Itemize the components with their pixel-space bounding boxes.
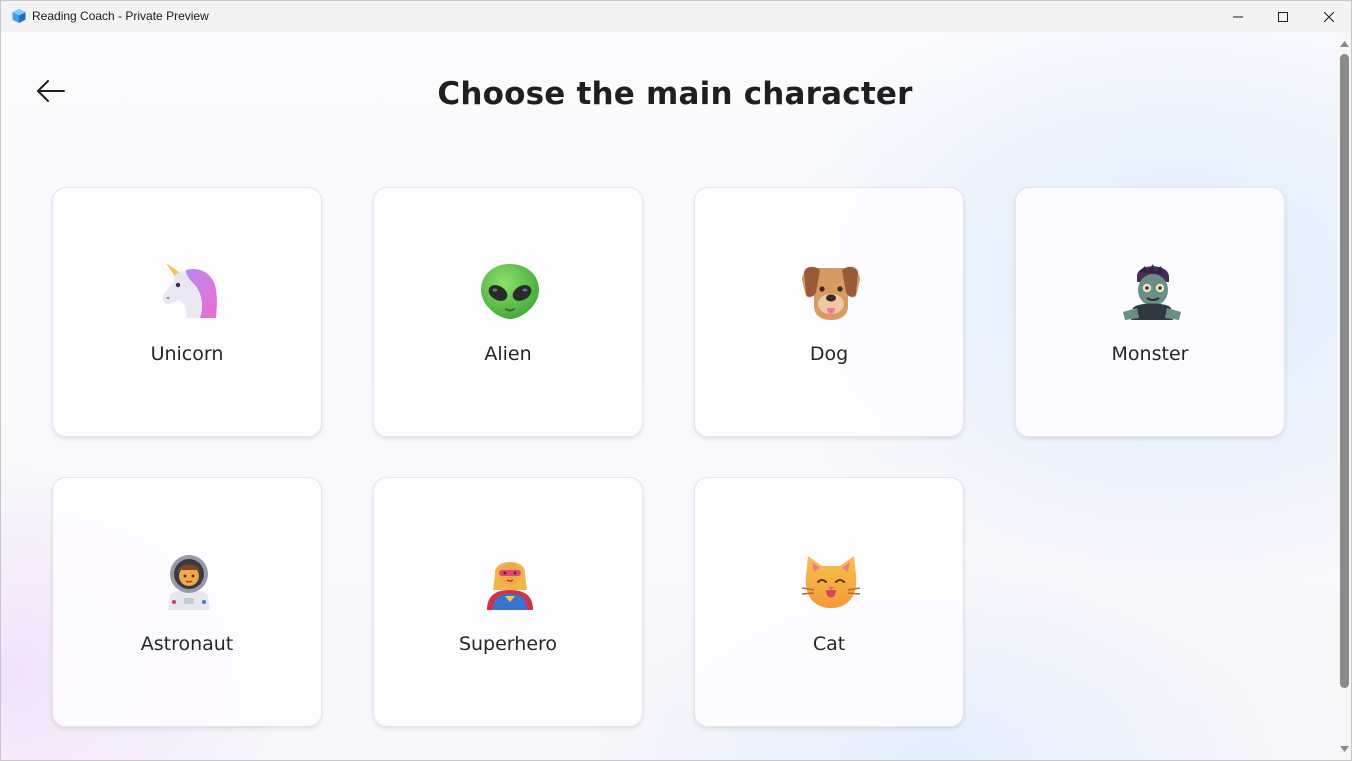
character-card-alien[interactable]: Alien	[373, 187, 643, 437]
character-card-superhero[interactable]: Superhero	[373, 477, 643, 727]
scroll-up-button[interactable]	[1340, 39, 1349, 48]
reading-coach-app-icon	[12, 9, 26, 23]
character-card-astronaut[interactable]: Astronaut	[52, 477, 322, 727]
character-label: Unicorn	[150, 343, 224, 365]
character-label: Monster	[1111, 343, 1189, 365]
character-card-cat[interactable]: Cat	[694, 477, 964, 727]
superhero-emoji	[487, 562, 533, 610]
astronaut-emoji	[168, 555, 210, 610]
character-card-dog[interactable]: Dog	[694, 187, 964, 437]
caret-down-icon	[1340, 745, 1349, 752]
character-label: Cat	[812, 633, 846, 655]
zombie-emoji	[1123, 264, 1181, 320]
minimize-icon	[1233, 16, 1243, 17]
scroll-thumb[interactable]	[1340, 54, 1349, 688]
cat-face-emoji	[802, 556, 860, 608]
dog-face-emoji	[802, 266, 860, 320]
maximize-icon	[1278, 11, 1288, 22]
window-title: Reading Coach - Private Preview	[32, 9, 209, 23]
vertical-scrollbar[interactable]	[1337, 32, 1351, 760]
unicorn-emoji	[162, 263, 218, 318]
close-button[interactable]	[1306, 1, 1351, 32]
character-label: Dog	[809, 343, 849, 365]
alien-emoji	[481, 264, 539, 319]
title-bar: Reading Coach - Private Preview	[1, 1, 1351, 32]
app-window: Reading Coach - Private Preview Choose t…	[0, 0, 1352, 761]
character-label: Astronaut	[140, 633, 234, 655]
page-title: Choose the main character	[437, 76, 913, 112]
close-icon	[1324, 11, 1334, 22]
main-content: Choose the main character Unicorn Alien …	[1, 32, 1337, 760]
maximize-button[interactable]	[1260, 1, 1306, 32]
character-label: Superhero	[458, 633, 558, 655]
character-card-monster[interactable]: Monster	[1015, 187, 1285, 437]
character-label: Alien	[484, 343, 532, 365]
character-card-unicorn[interactable]: Unicorn	[52, 187, 322, 437]
minimize-button[interactable]	[1215, 1, 1261, 32]
caret-up-icon	[1340, 40, 1349, 47]
scroll-down-button[interactable]	[1340, 744, 1349, 753]
